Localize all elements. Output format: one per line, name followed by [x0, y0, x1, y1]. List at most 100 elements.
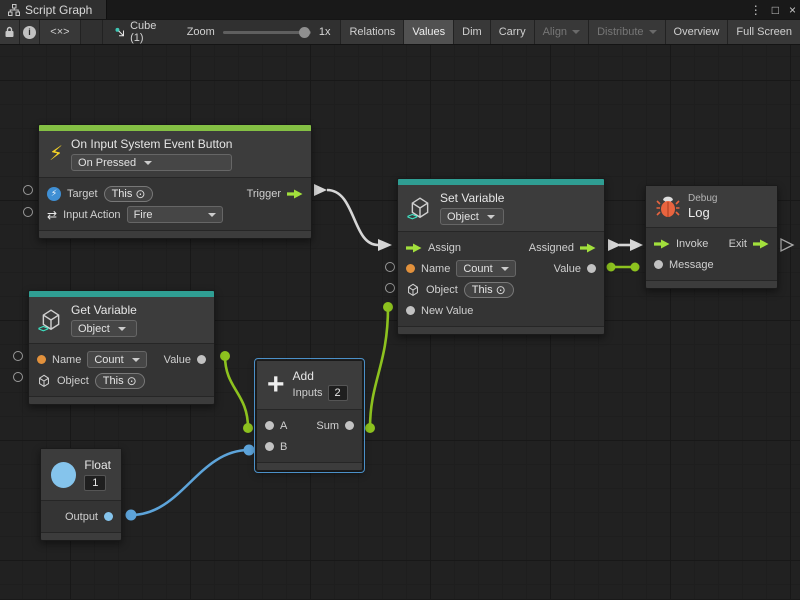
value-label: Value — [164, 354, 191, 366]
add-b-port[interactable] — [244, 445, 255, 456]
node-get-variable[interactable]: <> Get Variable Object Name Count Value … — [28, 290, 215, 405]
toolbar-button-fullscreen[interactable]: Full Screen — [728, 20, 800, 44]
message-input-port[interactable] — [631, 263, 640, 272]
toolbar-button-carry[interactable]: Carry — [491, 20, 535, 44]
sum-port[interactable] — [345, 421, 354, 430]
chevron-down-icon — [572, 30, 580, 34]
exit-label: Exit — [729, 238, 747, 250]
button-label: Dim — [462, 26, 482, 38]
tab-bar: Script Graph ⋮ □ × — [0, 0, 800, 19]
setvariable-object-ext-port[interactable] — [385, 283, 395, 293]
invoke-input-arrow[interactable] — [654, 239, 670, 249]
trigger-label: Trigger — [247, 188, 281, 200]
info-icon: i — [23, 26, 36, 39]
toolbar-button-align[interactable]: Align — [535, 20, 589, 44]
inputs-count-field[interactable]: 2 — [328, 385, 348, 401]
maximize-icon[interactable]: □ — [772, 3, 779, 17]
message-port[interactable] — [654, 260, 663, 269]
name-port[interactable] — [406, 264, 415, 273]
getvariable-name-ext-port[interactable] — [13, 351, 23, 361]
toolbar-button-values[interactable]: Values — [404, 20, 454, 44]
tab-label: Script Graph — [25, 3, 92, 17]
trigger-wire-dest-arrow[interactable] — [378, 239, 392, 251]
target-icon: ⊙ — [127, 374, 137, 388]
trigger-output-arrow[interactable] — [287, 189, 303, 199]
name-dropdown[interactable]: Count — [456, 260, 515, 277]
value-port[interactable] — [587, 264, 596, 273]
b-port[interactable] — [265, 442, 274, 451]
input-action-dropdown[interactable]: Fire — [127, 206, 223, 223]
kebab-menu-icon[interactable]: ⋮ — [750, 3, 762, 17]
lock-button[interactable] — [0, 20, 20, 44]
getvariable-value-port[interactable] — [220, 351, 230, 361]
message-label: Message — [669, 259, 714, 271]
a-port[interactable] — [265, 421, 274, 430]
float-value-field[interactable]: 1 — [84, 475, 106, 491]
info-button[interactable]: i — [20, 20, 40, 44]
code-view-button[interactable]: <×> — [40, 20, 81, 44]
float-output-port[interactable] — [126, 510, 137, 521]
toolbar: i <×> Cube (1) Zoom 1x Relations Values … — [0, 19, 800, 45]
value-output-port[interactable] — [607, 263, 616, 272]
wire-event-to-setvariable — [327, 190, 378, 245]
invoke-label: Invoke — [676, 238, 708, 250]
variable-scope-dropdown[interactable]: Object — [71, 320, 137, 337]
target-this-pill[interactable]: This⊙ — [104, 186, 154, 202]
toolbar-button-overview[interactable]: Overview — [666, 20, 729, 44]
object-this-pill[interactable]: This⊙ — [95, 373, 145, 389]
node-on-input-system-event[interactable]: ⚡ On Input System Event Button On Presse… — [38, 124, 312, 239]
invoke-wire-dest-arrow[interactable] — [630, 239, 643, 251]
zoom-label: Zoom — [187, 26, 215, 38]
exit-output-arrow[interactable] — [753, 239, 769, 249]
object-label: Object — [426, 284, 458, 296]
zoom-slider-handle[interactable] — [299, 27, 310, 38]
button-label: Align — [543, 26, 567, 38]
pill-value: This — [103, 375, 124, 387]
bug-icon — [656, 196, 680, 218]
value-port[interactable] — [197, 355, 206, 364]
breadcrumb[interactable]: Cube (1) — [103, 20, 177, 44]
code-icon: <> — [407, 212, 417, 223]
toolbar-button-dim[interactable]: Dim — [454, 20, 491, 44]
close-icon[interactable]: × — [789, 3, 796, 17]
graph-canvas[interactable]: ⚡ On Input System Event Button On Presse… — [0, 45, 800, 599]
node-footer — [41, 532, 121, 540]
float-icon — [51, 462, 76, 488]
node-set-variable[interactable]: <> Set Variable Object Assign Assigned N… — [397, 178, 605, 335]
zoom-slider[interactable] — [223, 31, 311, 34]
node-title: Add — [293, 369, 348, 383]
assign-input-arrow[interactable] — [406, 243, 422, 253]
name-port[interactable] — [37, 355, 46, 364]
button-label: Full Screen — [736, 26, 792, 38]
new-value-port[interactable] — [406, 306, 415, 315]
variable-scope-dropdown[interactable]: Object — [440, 208, 504, 225]
setvariable-newvalue-port[interactable] — [383, 302, 393, 312]
toolbar-button-distribute[interactable]: Distribute — [589, 20, 665, 44]
name-dropdown[interactable]: Count — [87, 351, 146, 368]
button-label: Overview — [674, 26, 720, 38]
getvariable-object-ext-port[interactable] — [13, 372, 23, 382]
event-mode-dropdown[interactable]: On Pressed — [71, 154, 232, 171]
trigger-wire-source-arrow[interactable] — [314, 184, 327, 196]
node-debug-log[interactable]: Debug Log Invoke Exit Message — [645, 185, 778, 289]
target-icon: ⊙ — [135, 187, 145, 201]
b-label: B — [280, 441, 287, 453]
toolbar-button-relations[interactable]: Relations — [341, 20, 404, 44]
event-inputaction-ext-port[interactable] — [23, 207, 33, 217]
debug-exit-stub-arrow[interactable] — [781, 239, 793, 251]
target-label: Target — [67, 188, 98, 200]
add-sum-port[interactable] — [365, 423, 375, 433]
object-this-pill[interactable]: This⊙ — [464, 282, 514, 298]
setvariable-name-ext-port[interactable] — [385, 262, 395, 272]
tab-script-graph[interactable]: Script Graph — [0, 0, 107, 19]
input-action-icon: ⇄ — [47, 208, 57, 222]
output-port[interactable] — [104, 512, 113, 521]
assign-label: Assign — [428, 242, 461, 254]
add-a-port[interactable] — [243, 423, 253, 433]
chevron-down-icon — [144, 161, 152, 165]
event-target-ext-port[interactable] — [23, 185, 33, 195]
node-float[interactable]: Float 1 Output — [40, 448, 122, 541]
chevron-down-icon — [487, 215, 495, 219]
assigned-output-arrow[interactable] — [580, 243, 596, 253]
node-add[interactable]: + Add Inputs 2 A Sum B — [256, 360, 363, 471]
